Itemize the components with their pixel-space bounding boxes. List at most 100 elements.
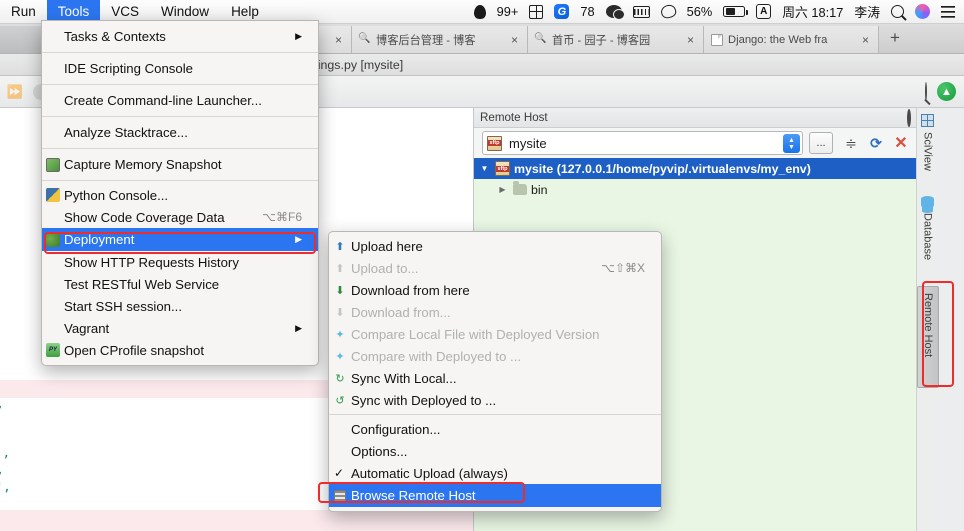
- browser-tab[interactable]: 首币 - 园子 - 博客园 ×: [528, 26, 705, 53]
- right-tool-window-stripe: SciView Database Remote Host: [916, 108, 940, 531]
- keyboard-icon[interactable]: [632, 5, 650, 18]
- menu-item-options[interactable]: Options...: [329, 440, 661, 462]
- tree-row-bin[interactable]: ▶ bin: [474, 179, 916, 200]
- sync-icon: ↻: [335, 372, 345, 385]
- upload-to-icon: ⬆: [335, 262, 345, 275]
- menu-item-browse-remote-host[interactable]: Browse Remote Host: [329, 484, 661, 507]
- menu-item-label: Vagrant: [64, 320, 110, 336]
- menu-item-create-command-line-launcher[interactable]: Create Command-line Launcher...: [42, 88, 318, 113]
- menu-item-sync-with-local[interactable]: ↻ Sync With Local...: [329, 367, 661, 389]
- menu-item-configuration[interactable]: Configuration...: [329, 418, 661, 440]
- doc-favicon: [711, 33, 724, 46]
- code-line: ddleware',: [0, 446, 11, 460]
- spotlight-search-icon[interactable]: [891, 5, 904, 18]
- menu-item-show-code-coverage-data[interactable]: Show Code Coverage Data ⌥⌘F6: [42, 206, 318, 228]
- tab-close-icon[interactable]: ×: [860, 33, 871, 47]
- menu-item-label: Download from...: [351, 304, 451, 320]
- user-name[interactable]: 李涛: [854, 2, 880, 21]
- ide-toolbar-right-group: ▲: [925, 81, 964, 101]
- menu-item-label: Compare Local File with Deployed Version: [351, 326, 600, 342]
- refresh-icon[interactable]: ⟳: [868, 135, 884, 151]
- menu-item-download-from-here[interactable]: ⬇ Download from here: [329, 279, 661, 301]
- upload-status-icon[interactable]: ▲: [937, 82, 956, 101]
- gear-icon[interactable]: [906, 108, 911, 127]
- search-favicon: [535, 34, 547, 46]
- menu-item-automatic-upload[interactable]: ✓ Automatic Upload (always): [329, 462, 661, 484]
- tab-close-icon[interactable]: ×: [509, 33, 520, 47]
- chevron-right-icon: ▶: [295, 31, 302, 41]
- code-line: dleware',: [0, 480, 11, 494]
- menu-item-tasks-contexts[interactable]: Tasks & Contexts ▶: [42, 24, 318, 49]
- browser-tab[interactable]: 博客后台管理 - 博客 ×: [352, 26, 529, 53]
- browser-tab[interactable]: Django: the Web fra ×: [704, 26, 880, 53]
- browser-tab-label: 首币 - 园子 - 博客园: [552, 34, 651, 47]
- browse-ellipsis-button[interactable]: ...: [809, 132, 833, 154]
- menu-item-label: Create Command-line Launcher...: [64, 93, 262, 108]
- new-tab-button[interactable]: +: [879, 26, 911, 53]
- sftp-icon: sftp: [495, 161, 510, 176]
- menu-item-label: Browse Remote Host: [351, 488, 476, 503]
- battery-icon[interactable]: [723, 6, 748, 17]
- tab-close-icon[interactable]: ×: [333, 33, 344, 47]
- menu-item-label: Automatic Upload (always): [351, 465, 508, 481]
- remote-host-header: Remote Host ⇥|: [474, 108, 940, 128]
- notification-count: 99+: [496, 4, 519, 19]
- menu-item-label: Show HTTP Requests History: [64, 254, 239, 270]
- menu-item-upload-here[interactable]: ⬆ Upload here: [329, 235, 661, 257]
- menu-item-deployment[interactable]: Deployment ▶: [42, 228, 318, 251]
- clock-datetime[interactable]: 周六 18:17: [782, 2, 843, 21]
- sogou-icon[interactable]: G: [554, 4, 570, 19]
- menu-item-label: Capture Memory Snapshot: [64, 157, 222, 172]
- fast-forward-icon[interactable]: ⏩: [6, 83, 24, 101]
- menu-item-label: Options...: [351, 443, 408, 459]
- search-favicon: [359, 34, 371, 46]
- close-icon[interactable]: ✕: [893, 135, 909, 152]
- menu-item-vagrant[interactable]: Vagrant ▶: [42, 317, 318, 339]
- collapse-all-icon[interactable]: ≑: [843, 135, 859, 151]
- control-center-icon[interactable]: [941, 5, 955, 18]
- tree-row-root[interactable]: ▼ sftp mysite (127.0.0.1/home/pyvip/.vir…: [474, 158, 916, 179]
- sidebar-item-sciview[interactable]: SciView: [917, 108, 938, 190]
- menu-item-analyze-stacktrace[interactable]: Analyze Stacktrace...: [42, 120, 318, 145]
- ide-search-icon[interactable]: [925, 81, 927, 101]
- code-line: eware',: [0, 463, 4, 477]
- sidebar-item-remote-host[interactable]: Remote Host: [917, 286, 939, 388]
- compare-icon: ✦: [335, 328, 345, 341]
- menu-item-compare-local-file-with-deployed-version: ✦ Compare Local File with Deployed Versi…: [329, 323, 661, 345]
- menu-item-sync-with-deployed-to[interactable]: ↺ Sync with Deployed to ...: [329, 389, 661, 411]
- battery-percent: 56%: [686, 4, 713, 19]
- menu-item-label: Upload to...: [351, 260, 419, 276]
- chevron-right-icon[interactable]: ▶: [496, 185, 509, 194]
- siri-icon[interactable]: [915, 4, 930, 19]
- combo-stepper-icon[interactable]: ▲ ▼: [783, 134, 800, 153]
- menu-separator: [42, 116, 318, 117]
- menu-item-label: Show Code Coverage Data: [64, 209, 225, 225]
- menu-item-label: Tasks & Contexts: [64, 29, 166, 44]
- menu-item-open-cprofile-snapshot[interactable]: PY Open CProfile snapshot: [42, 339, 318, 361]
- input-method-icon[interactable]: A: [756, 4, 772, 19]
- menu-item-show-http-requests-history[interactable]: Show HTTP Requests History: [42, 251, 318, 273]
- menu-run[interactable]: Run: [0, 0, 47, 24]
- tab-close-icon[interactable]: ×: [685, 33, 696, 47]
- menu-item-test-restful-web-service[interactable]: Test RESTful Web Service: [42, 273, 318, 295]
- penguin-icon[interactable]: [473, 4, 486, 19]
- menu-item-ide-scripting-console[interactable]: IDE Scripting Console: [42, 56, 318, 81]
- menu-item-start-ssh-session[interactable]: Start SSH session...: [42, 295, 318, 317]
- menu-separator: [42, 52, 318, 53]
- menu-item-label: Configuration...: [351, 421, 441, 437]
- memory-snapshot-icon: [45, 157, 61, 173]
- remote-host-server-combo[interactable]: sftp mysite ▲ ▼: [482, 131, 803, 155]
- chevron-down-icon[interactable]: ▼: [478, 164, 491, 173]
- tree-row-label: mysite (127.0.0.1/home/pyvip/.virtualenv…: [514, 161, 811, 176]
- download-from-icon: ⬇: [335, 306, 345, 319]
- menu-item-capture-memory-snapshot[interactable]: Capture Memory Snapshot: [42, 152, 318, 177]
- grid-icon[interactable]: [529, 4, 544, 19]
- wechat-icon[interactable]: [605, 5, 625, 20]
- tools-menu: Tasks & Contexts ▶ IDE Scripting Console…: [41, 20, 319, 366]
- tree-row-label: bin: [531, 182, 548, 197]
- remote-host-server-value: mysite: [509, 135, 547, 151]
- deployment-icon: [45, 232, 61, 248]
- cloud-icon[interactable]: [658, 3, 678, 20]
- menu-item-python-console[interactable]: Python Console...: [42, 184, 318, 206]
- sidebar-item-database[interactable]: Database: [917, 190, 938, 286]
